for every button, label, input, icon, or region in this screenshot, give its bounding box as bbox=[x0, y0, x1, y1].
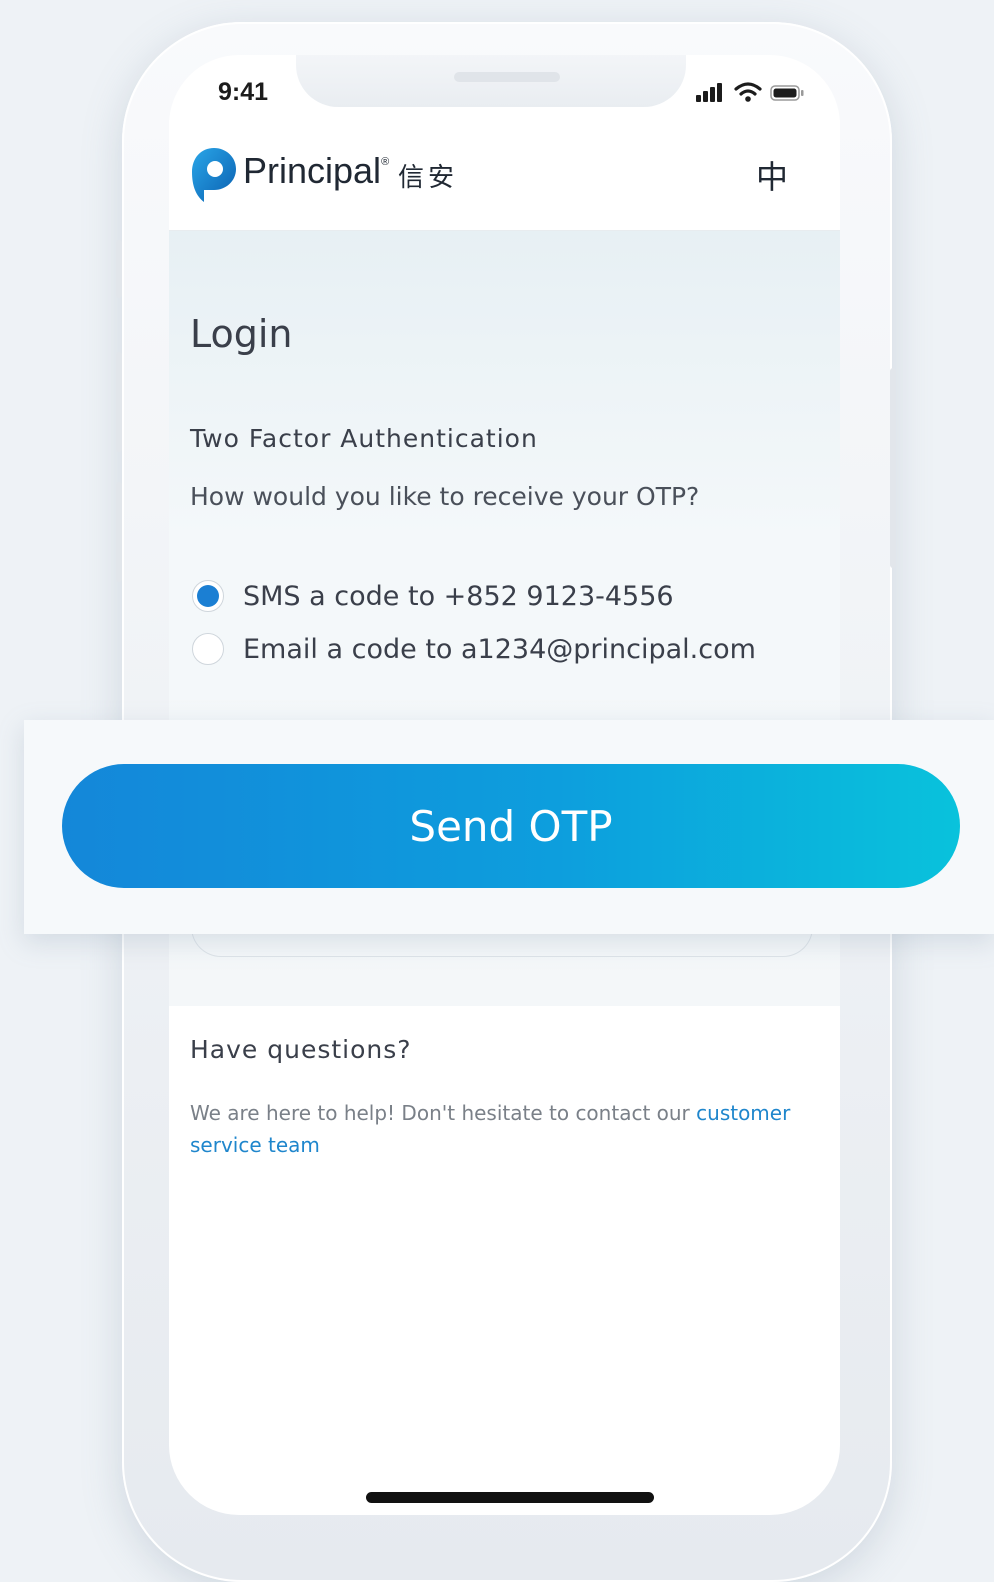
status-icons bbox=[696, 82, 804, 102]
section-title: Two Factor Authentication bbox=[190, 424, 538, 453]
power-button bbox=[890, 368, 896, 568]
help-text-body: We are here to help! Don't hesitate to c… bbox=[190, 1101, 697, 1125]
speaker-grille bbox=[454, 72, 560, 82]
radio-button[interactable] bbox=[192, 580, 224, 612]
otp-option-label: SMS a code to +852 9123-4556 bbox=[243, 580, 674, 612]
help-text: We are here to help! Don't hesitate to c… bbox=[190, 1097, 810, 1161]
radio-button[interactable] bbox=[192, 633, 224, 665]
radio-selected-dot bbox=[197, 585, 219, 607]
volume-up-button bbox=[116, 352, 122, 452]
otp-option-label: Email a code to a1234@principal.com bbox=[243, 633, 756, 665]
brand-name-cjk: 信安 bbox=[398, 163, 459, 193]
status-time: 9:41 bbox=[218, 78, 269, 106]
otp-option-sms[interactable]: SMS a code to +852 9123-4556 bbox=[192, 580, 674, 612]
help-title: Have questions? bbox=[190, 1035, 412, 1064]
battery-icon bbox=[770, 85, 804, 101]
language-toggle[interactable]: 中 bbox=[756, 152, 788, 198]
brand-name: Principal® bbox=[243, 150, 389, 192]
mute-switch bbox=[116, 240, 122, 298]
principal-logo-icon bbox=[190, 146, 238, 208]
page-title: Login bbox=[190, 312, 293, 356]
otp-option-email[interactable]: Email a code to a1234@principal.com bbox=[192, 633, 756, 665]
registered-mark: ® bbox=[381, 156, 390, 168]
home-indicator bbox=[366, 1492, 654, 1503]
volume-down-button bbox=[116, 482, 122, 582]
wifi-icon bbox=[734, 82, 762, 102]
otp-question: How would you like to receive your OTP? bbox=[190, 482, 700, 511]
send-otp-button[interactable]: Send OTP bbox=[62, 764, 960, 888]
signal-icon bbox=[696, 83, 722, 102]
brand-name-text: Principal bbox=[243, 150, 382, 191]
